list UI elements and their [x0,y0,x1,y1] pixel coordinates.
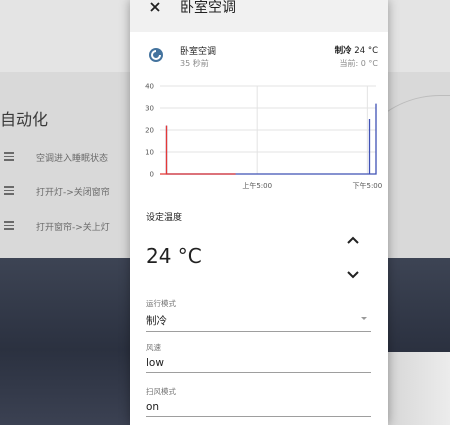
chevron-down-icon[interactable] [342,263,364,285]
caret-down-icon[interactable] [361,317,367,320]
entity-name: 卧室空调 [180,47,217,57]
x-tick-label: 上午5:00 [242,181,272,190]
list-icon [4,186,14,195]
field-label: 运行模式 [146,299,176,308]
state-temp: 24 °C [354,46,378,56]
background-section-title: 自动化 [0,110,49,129]
field-value-text: low [146,357,164,369]
last-changed: 35 秒前 [180,59,209,68]
list-icon [4,221,14,230]
close-icon[interactable] [146,0,164,18]
y-tick-label: 10 [145,149,154,157]
series-line [165,103,377,175]
current-temperature: 当前: 0 °C [339,59,378,68]
swing-mode-select[interactable]: 扫风模式 on [146,386,371,417]
dialog-title: 卧室空调 [180,0,236,16]
field-value[interactable]: on [146,401,371,417]
setpoint-value: 24 °C [146,244,202,268]
y-tick-label: 40 [145,83,154,91]
more-info-dialog: 卧室空调 卧室空调 35 秒前 制冷 24 °C 当前: 0 °C 40 30 20… [130,0,388,425]
automation-label: 打开灯->关闭窗帘 [36,188,110,198]
state-mode: 制冷 [334,46,352,56]
field-value[interactable]: low [146,357,371,373]
dialog-header: 卧室空调 [130,0,388,32]
climate-icon [147,46,165,64]
setpoint-label: 设定温度 [146,213,183,223]
chevron-up-icon[interactable] [342,230,364,252]
field-value-text: on [146,401,160,413]
list-icon [4,152,14,161]
y-tick-label: 30 [145,105,154,113]
y-tick-label: 0 [150,171,154,179]
x-tick-label: 下午5:00 [352,181,382,190]
fan-mode-select[interactable]: 风速 low [146,342,371,373]
field-value-text: 制冷 [146,315,167,327]
history-chart: 40 30 20 10 0 上午5:00 下午5:00 [145,83,382,191]
field-label: 风速 [146,343,161,352]
operation-mode-select[interactable]: 运行模式 制冷 [146,298,371,332]
y-tick-label: 20 [145,127,154,135]
automation-label: 打开窗帘->关上灯 [36,223,110,233]
entity-state: 制冷 24 °C [335,44,378,56]
field-label: 扫风模式 [146,387,176,396]
automation-label: 空调进入睡眠状态 [36,154,109,164]
field-value[interactable]: 制冷 [146,313,371,332]
series-line [160,125,236,175]
